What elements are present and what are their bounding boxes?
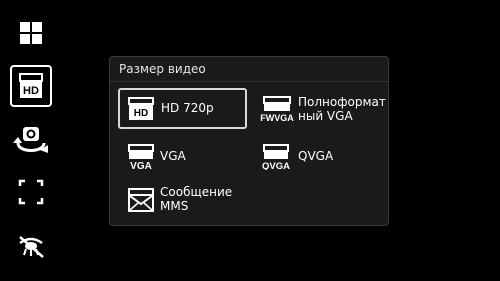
camera-toolbar: HD — [0, 0, 62, 281]
flash-off-icon — [19, 236, 44, 258]
option-vga[interactable]: VGA VGA — [120, 141, 240, 175]
video-size-hd-icon: HD — [19, 73, 43, 98]
option-hd-720p[interactable]: HD HD 720p — [118, 88, 247, 129]
svg-text:HD: HD — [23, 85, 39, 97]
fwvga-icon: FWVGA — [260, 96, 294, 122]
flash-button[interactable] — [10, 225, 52, 267]
option-mms[interactable]: Сообщение MMS — [120, 183, 260, 217]
option-vga-label: VGA — [160, 149, 186, 163]
grid-menu-button[interactable] — [10, 12, 52, 54]
panel-title: Размер видео — [119, 62, 206, 76]
video-size-button[interactable]: HD — [10, 65, 52, 107]
option-qvga[interactable]: QVGA QVGA — [258, 141, 378, 175]
panel-divider — [110, 81, 388, 82]
vga-icon: VGA — [128, 144, 154, 170]
switch-camera-button[interactable] — [10, 121, 52, 163]
option-fwvga-label: Полноформат ный VGA — [298, 95, 386, 123]
switch-camera-icon — [13, 127, 48, 153]
qvga-icon: QVGA — [262, 144, 290, 170]
svg-text:HD: HD — [134, 108, 148, 119]
grid-menu-icon — [20, 22, 42, 44]
mms-icon — [128, 188, 154, 212]
focus-mode-icon — [18, 179, 44, 205]
hd-icon: HD — [128, 97, 154, 120]
video-size-panel: Размер видео HD HD 720p FWVGA Полноформа… — [109, 56, 389, 226]
option-fwvga[interactable]: FWVGA Полноформат ный VGA — [257, 93, 387, 127]
svg-text:QVGA: QVGA — [262, 161, 290, 170]
option-hd-label: HD 720p — [161, 101, 214, 115]
svg-text:FWVGA: FWVGA — [260, 113, 294, 122]
svg-text:VGA: VGA — [130, 161, 152, 170]
option-qvga-label: QVGA — [298, 149, 334, 163]
focus-mode-button[interactable] — [10, 171, 52, 213]
option-mms-label: Сообщение MMS — [160, 185, 233, 213]
